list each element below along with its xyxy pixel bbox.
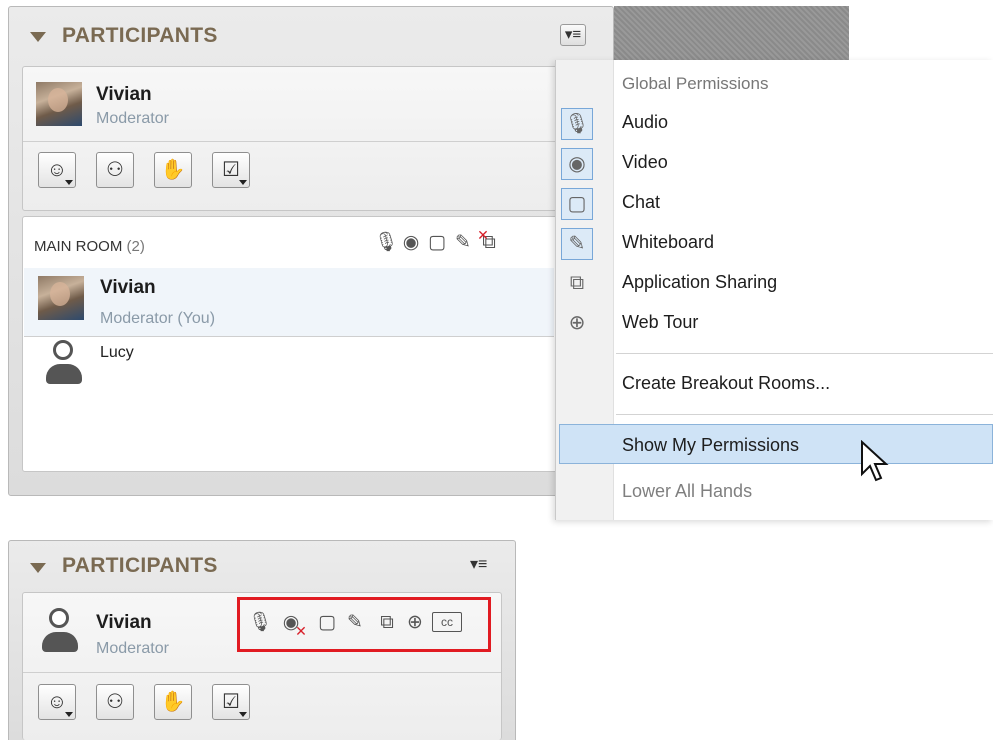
user-avatar	[36, 82, 82, 126]
raise-hand-icon: ✋	[160, 159, 186, 181]
webcam-icon[interactable]: ◉	[400, 232, 422, 254]
menu-item-video[interactable]: Video	[622, 152, 668, 173]
room-name: MAIN ROOM	[34, 238, 123, 255]
raise-hand-button[interactable]: ✋	[154, 152, 192, 188]
menu-separator	[616, 353, 993, 354]
step-away-icon: ⚇	[106, 691, 124, 713]
user-role: Moderator	[96, 110, 169, 127]
denied-x-icon: ✕	[477, 227, 489, 243]
participant-role: Moderator (You)	[100, 310, 216, 327]
step-away-button[interactable]: ⚇	[96, 684, 134, 720]
closed-caption-icon: cc	[432, 612, 462, 632]
collapse-triangle-icon[interactable]	[30, 32, 46, 42]
emoticon-button[interactable]: ☺	[38, 152, 76, 188]
participant-avatar	[38, 276, 84, 320]
polling-icon: ☑	[222, 159, 240, 181]
polling-button[interactable]: ☑	[212, 152, 250, 188]
raise-hand-icon: ✋	[160, 691, 186, 713]
panel-title: PARTICIPANTS	[62, 24, 218, 47]
step-away-icon: ⚇	[106, 159, 124, 181]
polling-button[interactable]: ☑	[212, 684, 250, 720]
menu-separator	[616, 414, 993, 415]
room-label: MAIN ROOM (2)	[34, 238, 145, 255]
list-menu-icon[interactable]: ▾≡	[470, 554, 487, 574]
microphone-icon: 🎙	[561, 108, 593, 140]
participant-name[interactable]: Lucy	[100, 344, 134, 362]
raise-hand-button[interactable]: ✋	[154, 684, 192, 720]
globe-icon: ⊕	[568, 312, 586, 334]
step-away-button[interactable]: ⚇	[96, 152, 134, 188]
menu-item-audio[interactable]: Audio	[622, 112, 668, 133]
polling-icon: ☑	[222, 691, 240, 713]
chat-bubble-icon[interactable]: ▢	[426, 232, 448, 254]
mouse-pointer-icon	[861, 440, 889, 482]
microphone-icon[interactable]: 🎙	[374, 232, 398, 254]
pencil-icon: ✎	[561, 228, 593, 260]
avatar-body-shape	[46, 364, 82, 384]
card-divider	[23, 141, 567, 142]
background-texture	[614, 6, 849, 60]
menu-item-whiteboard[interactable]: Whiteboard	[622, 232, 714, 253]
user-role: Moderator	[96, 640, 169, 657]
app-share-icon: ⧉	[569, 272, 585, 294]
microphone-icon: 🎙	[248, 612, 273, 633]
denied-x-icon: ✕	[295, 623, 307, 639]
show-my-permissions-item[interactable]: Show My Permissions	[622, 435, 799, 456]
user-avatar-generic	[40, 608, 82, 654]
participant-name: Vivian	[100, 277, 156, 298]
globe-icon: ⊕	[407, 612, 423, 633]
user-name: Vivian	[96, 612, 152, 633]
room-count: (2)	[126, 238, 145, 255]
chat-bubble-icon: ▢	[318, 612, 336, 633]
collapse-triangle-icon[interactable]	[30, 563, 46, 573]
menu-header: Global Permissions	[622, 74, 769, 93]
emoticon-icon: ☺	[46, 159, 68, 181]
menu-item-chat[interactable]: Chat	[622, 192, 660, 213]
dropdown-caret-icon	[65, 180, 73, 185]
emoticon-icon: ☺	[46, 691, 68, 713]
dropdown-caret-icon	[65, 712, 73, 717]
participant-avatar-generic	[44, 340, 86, 386]
list-menu-icon: ▾≡	[564, 26, 582, 43]
participant-divider	[24, 336, 554, 337]
panel-menu-button[interactable]: ▾≡	[560, 24, 586, 46]
global-permissions-menu: Global Permissions 🎙 Audio ◉ Video ▢ Chat ✎ Whi…	[555, 60, 993, 520]
pencil-icon: ✎	[347, 612, 363, 633]
avatar-head-shape	[49, 608, 69, 628]
pencil-icon[interactable]: ✎	[452, 232, 474, 254]
menu-item-application-sharing[interactable]: Application Sharing	[622, 272, 777, 293]
avatar-head-shape	[53, 340, 73, 360]
app-share-icon: ⧉	[380, 612, 394, 633]
emoticon-button[interactable]: ☺	[38, 684, 76, 720]
panel-title: PARTICIPANTS	[62, 554, 218, 577]
dropdown-caret-icon	[239, 180, 247, 185]
create-breakout-rooms-item[interactable]: Create Breakout Rooms...	[622, 373, 830, 394]
card-divider	[23, 672, 501, 673]
chat-bubble-icon: ▢	[561, 188, 593, 220]
lower-all-hands-item[interactable]: Lower All Hands	[622, 481, 752, 502]
avatar-body-shape	[42, 632, 78, 652]
webcam-icon: ◉	[561, 148, 593, 180]
menu-item-web-tour[interactable]: Web Tour	[622, 312, 698, 333]
user-name: Vivian	[96, 84, 152, 105]
dropdown-caret-icon	[239, 712, 247, 717]
